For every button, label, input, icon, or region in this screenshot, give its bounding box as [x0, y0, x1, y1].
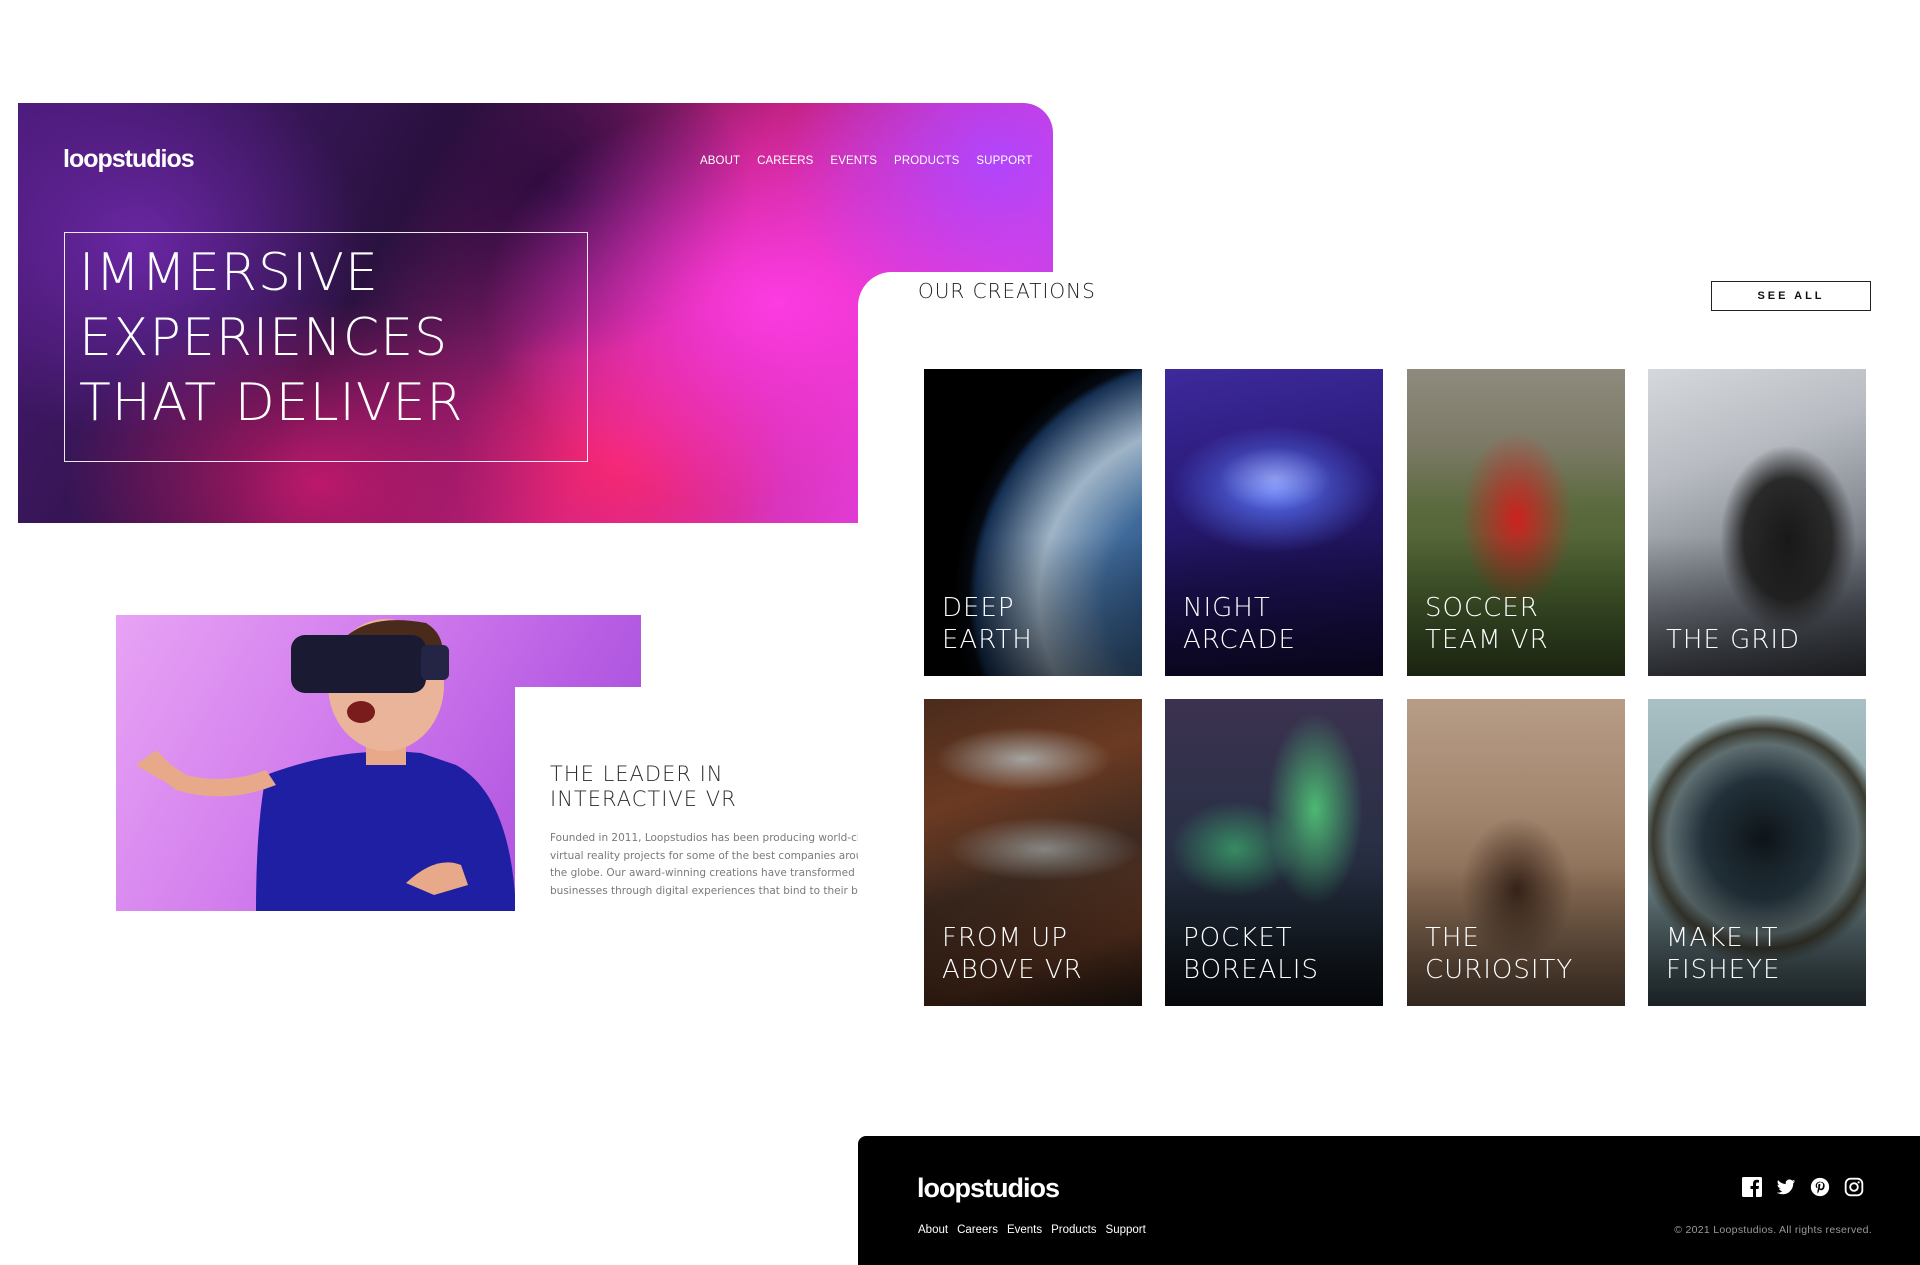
pinterest-icon[interactable] [1810, 1177, 1830, 1197]
nav-careers[interactable]: CAREERS [757, 155, 813, 167]
footer-nav-about[interactable]: About [918, 1224, 948, 1236]
card-title-line: ARCADE [1183, 625, 1296, 655]
card-title: FROM UP ABOVE VR [942, 922, 1083, 986]
card-title: DEEP EARTH [942, 592, 1033, 656]
card-title-line: SOCCER [1425, 593, 1539, 623]
card-title: THE CURIOSITY [1425, 922, 1573, 986]
card-title-line: TEAM VR [1425, 625, 1549, 655]
footer-nav-careers[interactable]: Careers [957, 1224, 998, 1236]
leader-text-line: virtual reality projects for some of the… [550, 849, 858, 862]
creation-card-deep-earth[interactable]: DEEP EARTH [924, 369, 1142, 676]
card-title-line: THE [1425, 923, 1480, 953]
card-title-line: MAKE IT [1666, 923, 1779, 953]
leader-text-line: Founded in 2011, Loopstudios has been pr… [550, 832, 858, 844]
card-title: POCKET BOREALIS [1183, 922, 1319, 986]
twitter-icon[interactable] [1776, 1177, 1796, 1197]
creation-card-pocket-borealis[interactable]: POCKET BOREALIS [1165, 699, 1383, 1006]
copyright-text: © 2021 Loopstudios. All rights reserved. [1674, 1224, 1872, 1236]
creation-card-the-curiosity[interactable]: THE CURIOSITY [1407, 699, 1625, 1006]
hero-headline-line-1: IMMERSIVE [79, 243, 379, 303]
see-all-button[interactable]: SEE ALL [1711, 281, 1871, 311]
hero-headline-line-2: EXPERIENCES [79, 308, 449, 368]
header-logo[interactable]: loopstudios [63, 145, 195, 174]
card-title: THE GRID [1666, 624, 1800, 656]
instagram-icon[interactable] [1844, 1177, 1864, 1197]
footer-logo[interactable]: loopstudios [917, 1173, 1060, 1204]
card-title: MAKE IT FISHEYE [1666, 922, 1780, 986]
card-title-line: NIGHT [1183, 593, 1271, 623]
card-title-line: POCKET [1183, 923, 1293, 953]
creation-card-the-grid[interactable]: THE GRID [1648, 369, 1866, 676]
social-links [1742, 1177, 1864, 1197]
nav-events[interactable]: EVENTS [830, 155, 877, 167]
leader-text-line: businesses through digital experiences t… [550, 884, 858, 897]
card-title-line: FISHEYE [1666, 955, 1781, 985]
card-title-line: ABOVE VR [942, 955, 1083, 985]
leader-heading: THE LEADER IN INTERACTIVE VR [550, 762, 737, 812]
leader-heading-line-2: INTERACTIVE VR [550, 787, 737, 811]
main-nav: ABOUT CAREERS EVENTS PRODUCTS SUPPORT [700, 155, 1032, 167]
hero-headline-line-3: THAT DELIVER [79, 373, 464, 433]
creation-card-from-up-above-vr[interactable]: FROM UP ABOVE VR [924, 699, 1142, 1006]
leader-text-line: the globe. Our award-winning creations h… [550, 867, 855, 879]
card-title-line: EARTH [942, 625, 1033, 655]
creation-card-night-arcade[interactable]: NIGHT ARCADE [1165, 369, 1383, 676]
card-title: SOCCER TEAM VR [1425, 592, 1549, 656]
card-title-line: FROM UP [942, 923, 1068, 953]
creation-card-soccer-team-vr[interactable]: SOCCER TEAM VR [1407, 369, 1625, 676]
card-title: NIGHT ARCADE [1183, 592, 1296, 656]
creations-title: OUR CREATIONS [918, 279, 1096, 303]
card-title-line: DEEP [942, 593, 1015, 623]
leader-heading-line-1: THE LEADER IN [550, 762, 724, 786]
nav-about[interactable]: ABOUT [700, 155, 740, 167]
footer-nav: About Careers Events Products Support [918, 1224, 1146, 1236]
card-title-line: BOREALIS [1183, 955, 1319, 985]
leader-description: Founded in 2011, Loopstudios has been pr… [550, 830, 858, 898]
nav-support[interactable]: SUPPORT [976, 155, 1032, 167]
facebook-icon[interactable] [1742, 1177, 1762, 1197]
nav-products[interactable]: PRODUCTS [894, 155, 959, 167]
footer-nav-events[interactable]: Events [1007, 1224, 1042, 1236]
footer-nav-products[interactable]: Products [1051, 1224, 1096, 1236]
footer-nav-support[interactable]: Support [1106, 1224, 1146, 1236]
card-title-line: THE GRID [1666, 625, 1801, 655]
card-title-line: CURIOSITY [1425, 955, 1574, 985]
creation-card-make-it-fisheye[interactable]: MAKE IT FISHEYE [1648, 699, 1866, 1006]
